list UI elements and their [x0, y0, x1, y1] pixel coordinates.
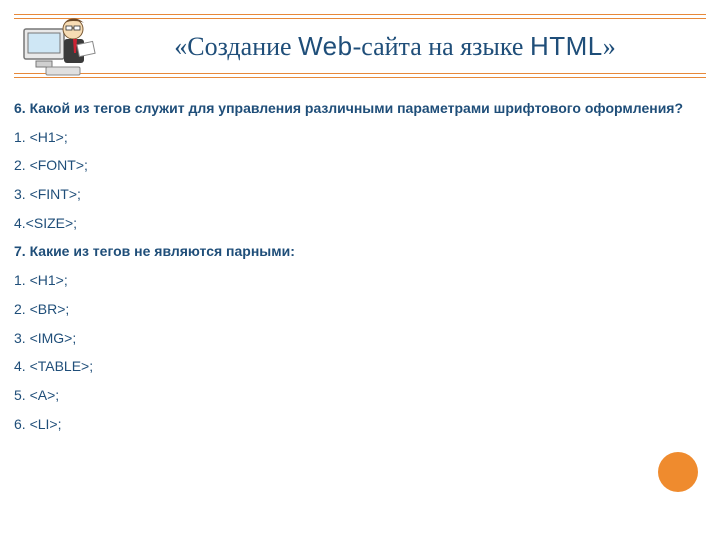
q7-option-4: 4. <TABLE>;: [14, 352, 706, 381]
q6-option-4: 4.<SIZE>;: [14, 209, 706, 238]
q7-option-3: 3. <IMG>;: [14, 324, 706, 353]
q6-option-3: 3. <FINT>;: [14, 180, 706, 209]
q7-option-6: 6. <LI>;: [14, 410, 706, 439]
computer-man-clipart-icon: [18, 9, 96, 87]
title-part2: -сайта на языке: [353, 32, 530, 61]
q7-option-5: 5. <A>;: [14, 381, 706, 410]
q6-option-1: 1. <H1>;: [14, 123, 706, 152]
header-band: «Создание Web-сайта на языке HTML»: [14, 14, 706, 78]
content-area: 6. Какой из тегов служит для управления …: [14, 94, 706, 438]
question-6: 6. Какой из тегов служит для управления …: [14, 94, 706, 123]
title-quote-close: »: [603, 32, 616, 61]
q7-option-1: 1. <H1>;: [14, 266, 706, 295]
header-rule-bottom: [14, 73, 706, 74]
slide-title: «Создание Web-сайта на языке HTML»: [14, 31, 706, 62]
title-quote-open: «: [174, 32, 187, 61]
title-part1: Создание: [187, 32, 298, 61]
corner-accent-circle-icon: [658, 452, 698, 492]
q7-option-2: 2. <BR>;: [14, 295, 706, 324]
title-html: HTML: [530, 31, 603, 61]
question-7: 7. Какие из тегов не являются парными:: [14, 237, 706, 266]
header-rule-top: [14, 18, 706, 19]
q6-option-2: 2. <FONT>;: [14, 151, 706, 180]
title-web: Web: [298, 31, 353, 61]
